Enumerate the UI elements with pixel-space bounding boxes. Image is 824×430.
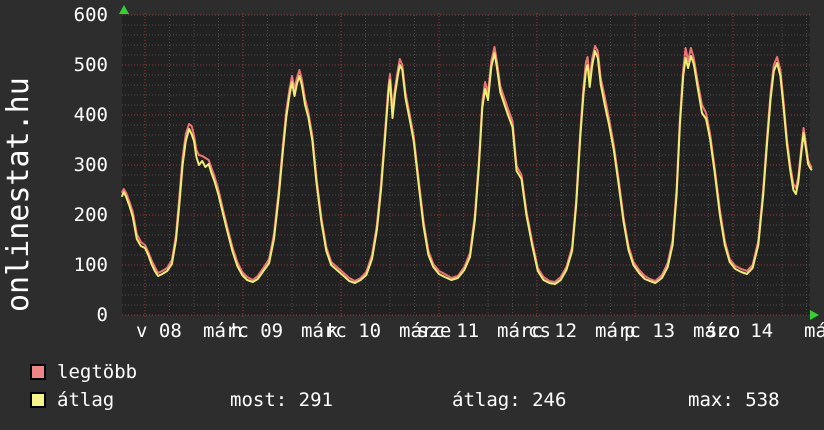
x-day-label: cs	[528, 321, 551, 341]
legend-swatch-icon	[30, 392, 46, 408]
x-day-label: szo	[706, 321, 740, 341]
legend-swatch-icon	[30, 364, 46, 380]
y-tick-label: 0	[30, 305, 108, 325]
x-day-label: h	[231, 321, 242, 341]
legend-label: átlag	[57, 389, 114, 411]
x-date-label: v 08	[136, 321, 182, 341]
stat-most: most: 291	[230, 389, 333, 411]
x-day-label: p	[624, 321, 635, 341]
x-day-label: sze	[417, 321, 451, 341]
x-date-label: márc 10	[301, 321, 381, 341]
y-tick-label: 300	[30, 155, 108, 175]
x-date-label: má	[804, 321, 824, 341]
plot-background	[122, 15, 810, 315]
x-day-label: k	[327, 321, 338, 341]
stat-atlag: átlag: 246	[452, 389, 566, 411]
y-axis-arrow-icon	[119, 5, 129, 14]
graph-screen: onlinestat.hu 0100200300400500600 v 08má…	[0, 0, 824, 430]
y-tick-label: 500	[30, 55, 108, 75]
y-tick-label: 100	[30, 255, 108, 275]
y-tick-label: 200	[30, 205, 108, 225]
y-tick-label: 600	[30, 5, 108, 25]
y-tick-label: 400	[30, 105, 108, 125]
stat-max: max: 538	[688, 389, 780, 411]
legend-label: legtöbb	[57, 361, 137, 383]
x-date-label: márc 09	[203, 321, 283, 341]
x-axis-arrow-icon	[810, 310, 819, 320]
